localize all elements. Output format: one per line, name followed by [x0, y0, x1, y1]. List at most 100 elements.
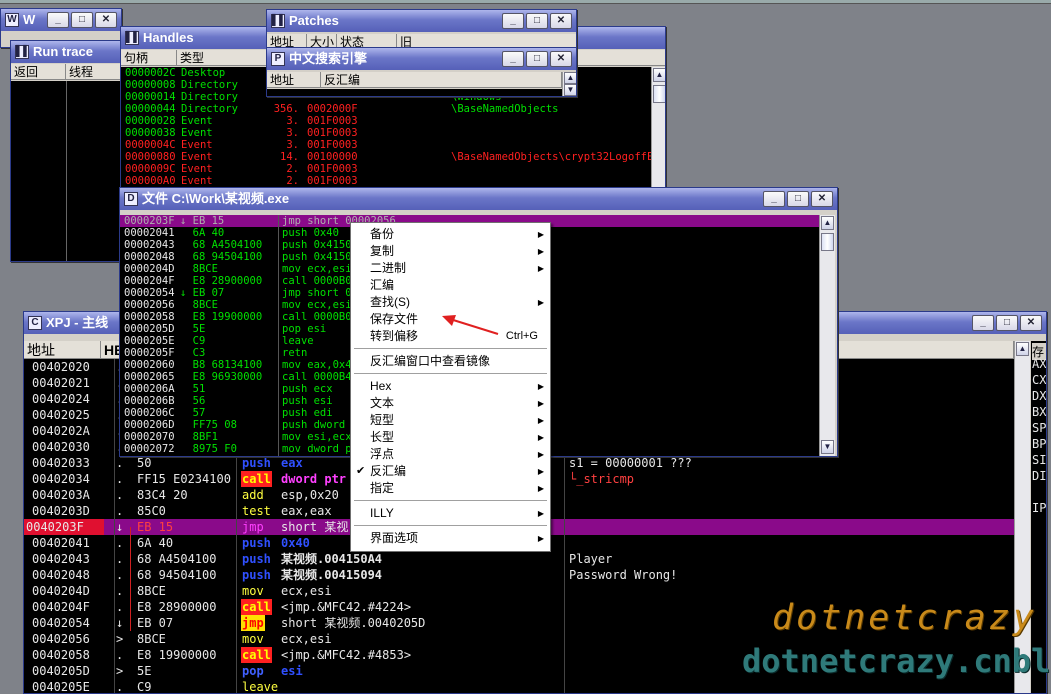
menu-item[interactable]: 反汇编 ✔ ▶ — [351, 463, 550, 480]
search-titlebar[interactable]: P 中文搜索引擎 _ □ ✕ — [267, 48, 576, 70]
hex-cell: 68 A4504100 — [137, 552, 217, 566]
menu-item[interactable]: Hex ▶ — [351, 378, 550, 395]
mnemonic-cell: call — [241, 647, 272, 663]
menu-item[interactable]: 复制 ▶ — [351, 243, 550, 260]
table-row[interactable]: 0040205E. C9 leave — [24, 679, 1014, 694]
minimize-icon[interactable]: _ — [502, 13, 524, 29]
register-label: BX — [1032, 405, 1047, 419]
menu-item[interactable]: 汇编 — [351, 277, 550, 294]
offset-cell: 00002070 — [124, 431, 175, 443]
table-row[interactable]: 00000028 Event — [121, 115, 651, 127]
disasm-cell: mov dword p — [282, 443, 352, 455]
table-row[interactable]: 00402043. 68 A4504100 push 某视频.004150A4 Play… — [24, 551, 1014, 567]
window-icon: D — [124, 192, 138, 206]
handle-cell: 00000044 — [125, 103, 176, 115]
disasm-cell: leave — [282, 335, 314, 347]
context-menu[interactable]: 备份 ▶ 复制 ▶ 二进制 ▶ 汇编 查找(S) ▶ 保存文件 转到偏移 Ctrl+G 反汇编窗口中查看… — [350, 222, 551, 552]
menu-item[interactable]: ILLY ▶ — [351, 505, 550, 522]
col-address[interactable]: 地址 — [24, 341, 101, 359]
operand-cell: ecx,esi — [281, 584, 332, 598]
minimize-icon[interactable]: _ — [763, 191, 785, 207]
submenu-arrow-icon: ▶ — [537, 382, 544, 391]
menu-item[interactable]: 查找(S) ▶ — [351, 294, 550, 311]
submenu-arrow-icon: ▶ — [537, 416, 544, 425]
disasm-cell: push esi — [282, 395, 333, 407]
chinese-search-window[interactable]: P 中文搜索引擎 _ □ ✕ 地址 反汇编 ▲ ▼ — [266, 47, 577, 97]
hex-cell: C9 — [180, 335, 206, 347]
type-cell: Event — [181, 127, 213, 139]
operand-cell: short 某视 — [281, 520, 349, 534]
comment-cell: Player — [569, 552, 613, 566]
offset-cell: 0000204F — [124, 275, 175, 287]
operand-cell: esp,0x20 — [281, 488, 339, 502]
menu-item[interactable]: 长型 ▶ — [351, 429, 550, 446]
address-cell: 0040204D — [32, 584, 90, 598]
search-scrollbar[interactable]: ▲ ▼ — [562, 72, 576, 96]
offset-cell: 0000206D — [124, 419, 175, 431]
window-icon: P — [271, 52, 285, 66]
type-cell: Directory — [181, 103, 238, 115]
table-row[interactable]: 0000009C Event — [121, 163, 651, 175]
minimize-icon[interactable]: _ — [972, 315, 994, 331]
search-list[interactable] — [267, 89, 562, 96]
close-icon[interactable]: ✕ — [95, 12, 117, 28]
handles-scrollbar[interactable]: ▲ — [651, 67, 665, 187]
type-cell: Event — [181, 139, 213, 151]
minimize-icon[interactable]: _ — [47, 12, 69, 28]
maximize-icon[interactable]: □ — [526, 51, 548, 67]
table-row[interactable]: 00402048. 68 94504100 push 某视频.00415094 Pass… — [24, 567, 1014, 583]
col-return[interactable]: 返回 — [11, 64, 66, 80]
close-icon[interactable]: ✕ — [811, 191, 833, 207]
column-divider — [114, 359, 115, 693]
w-window-title: W — [23, 12, 36, 27]
minimize-icon[interactable]: _ — [502, 51, 524, 67]
menu-item[interactable]: 反汇编窗口中查看镜像 — [351, 353, 550, 370]
patches-window[interactable]: ▌▌ Patches _ □ ✕ 地址 大小 状态 旧 — [266, 9, 577, 49]
hex-cell: C9 — [137, 680, 152, 694]
menu-item[interactable]: 文本 ▶ — [351, 395, 550, 412]
patches-titlebar[interactable]: ▌▌ Patches _ □ ✕ — [267, 10, 576, 32]
address-cell: 00402056 — [32, 632, 90, 646]
col-type[interactable]: 类型 — [177, 50, 267, 66]
table-row[interactable]: 000000A0 Event — [121, 175, 651, 187]
col-address[interactable]: 地址 — [267, 72, 321, 88]
maximize-icon[interactable]: □ — [71, 12, 93, 28]
disasm-cell: mov eax,0x41 — [282, 359, 358, 371]
menu-item[interactable]: 界面选项 ▶ — [351, 530, 550, 547]
table-row[interactable]: 0040204D. 8BCE mov ecx,esi — [24, 583, 1014, 599]
cpu-title: XPJ - 主线 — [46, 315, 109, 330]
col-thread[interactable]: 线程 — [66, 64, 124, 80]
close-icon[interactable]: ✕ — [550, 13, 572, 29]
maximize-icon[interactable]: □ — [996, 315, 1018, 331]
table-row[interactable]: 00000044 Directory — [121, 103, 651, 115]
run-trace-window[interactable]: ▌▌ Run trace 返回 线程 — [10, 40, 125, 262]
menu-item[interactable]: 浮点 ▶ — [351, 446, 550, 463]
offset-cell: 00002058 — [124, 311, 175, 323]
menu-item[interactable]: 备份 ▶ — [351, 226, 550, 243]
access-cell: 001F0003 — [307, 175, 358, 187]
maximize-icon[interactable]: □ — [787, 191, 809, 207]
submenu-arrow-icon: ▶ — [537, 433, 544, 442]
menu-item-label: 保存文件 — [370, 312, 419, 326]
table-row[interactable]: 00000038 Event — [121, 127, 651, 139]
maximize-icon[interactable]: □ — [526, 13, 548, 29]
table-row[interactable]: 0000004C Event — [121, 139, 651, 151]
run-trace-list[interactable] — [11, 81, 124, 261]
offset-cell: 00002065 — [124, 371, 175, 383]
hex-cell: E8 96930000 — [180, 371, 263, 383]
col-disasm[interactable]: 反汇编 — [321, 72, 562, 88]
close-icon[interactable]: ✕ — [1020, 315, 1042, 331]
col-handle[interactable]: 句柄 — [121, 50, 177, 66]
w-window-titlebar[interactable]: W W _ □ ✕ — [1, 9, 121, 31]
operand-cell: <jmp.&MFC42.#4853> — [281, 648, 412, 662]
address-cell: 00402020 — [32, 360, 90, 374]
close-icon[interactable]: ✕ — [550, 51, 572, 67]
menu-item[interactable]: 指定 ▶ — [351, 480, 550, 497]
menu-item[interactable]: 短型 ▶ — [351, 412, 550, 429]
hex-cell: E8 28900000 — [180, 275, 263, 287]
file-scrollbar[interactable]: ▲ ▼ — [819, 215, 835, 456]
window-icon: ▌▌ — [125, 31, 141, 45]
menu-item[interactable]: 二进制 ▶ — [351, 260, 550, 277]
run-trace-titlebar[interactable]: ▌▌ Run trace — [11, 41, 124, 63]
file-titlebar[interactable]: D 文件 C:\Work\某视频.exe _ □ ✕ — [120, 188, 837, 210]
